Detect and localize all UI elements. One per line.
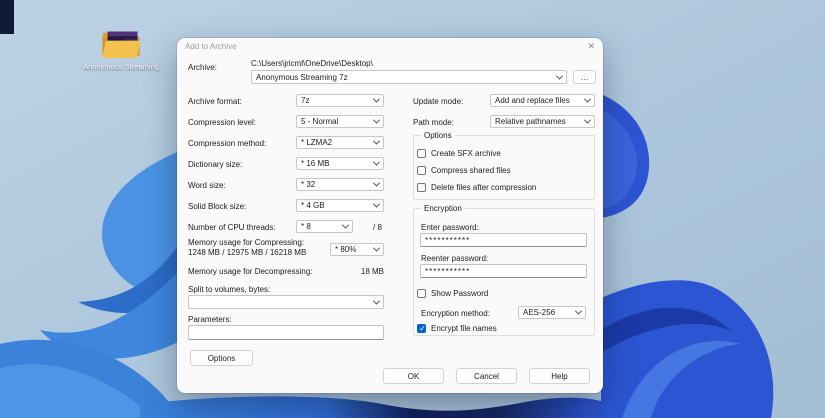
dialog-title: Add to Archive xyxy=(185,42,237,51)
add-to-archive-dialog: Add to Archive ✕ Archive: C:\Users\jricm… xyxy=(177,38,603,393)
solid-block-size-label: Solid Block size: xyxy=(188,202,246,211)
cpu-threads-combobox[interactable]: * 8 xyxy=(296,220,353,233)
close-icon[interactable]: ✕ xyxy=(587,41,595,51)
dictionary-size-value: * 16 MB xyxy=(301,159,329,168)
show-password-checkbox-row[interactable]: Show Password xyxy=(417,288,488,298)
path-mode-combobox[interactable]: Relative pathnames xyxy=(490,115,595,128)
compression-level-combobox[interactable]: 5 - Normal xyxy=(296,115,384,128)
chevron-down-icon xyxy=(556,72,563,79)
archive-path-text: C:\Users\jricml\OneDrive\Desktop\ xyxy=(251,59,373,68)
update-mode-label: Update mode: xyxy=(413,97,463,106)
compression-method-combobox[interactable]: * LZMA2 xyxy=(296,136,384,149)
reenter-password-label: Reenter password: xyxy=(421,254,488,263)
archive-name-combobox[interactable]: Anonymous Streaming 7z xyxy=(251,70,567,84)
cpu-threads-max: / 8 xyxy=(373,223,382,232)
show-password-label: Show Password xyxy=(431,289,488,298)
cancel-button[interactable]: Cancel xyxy=(456,368,517,384)
compress-shared-checkbox-row[interactable]: Compress shared files xyxy=(417,165,511,175)
desktop-icon-anonymous-streaming[interactable]: Anonymous Streaming xyxy=(83,28,159,71)
chevron-down-icon xyxy=(373,138,380,145)
checkbox-icon xyxy=(417,324,426,333)
update-mode-value: Add and replace files xyxy=(495,96,570,105)
wallpaper-dark-corner xyxy=(0,0,14,34)
desktop-icon-label: Anonymous Streaming xyxy=(83,62,159,71)
dictionary-size-combobox[interactable]: * 16 MB xyxy=(296,157,384,170)
reenter-password-field[interactable]: *********** xyxy=(420,264,587,278)
chevron-down-icon xyxy=(373,245,380,252)
memory-compressing-detail: 1248 MB / 12975 MB / 16218 MB xyxy=(188,248,306,257)
enter-password-label: Enter password: xyxy=(421,223,479,232)
cpu-threads-label: Number of CPU threads: xyxy=(188,223,276,232)
word-size-value: * 32 xyxy=(301,180,315,189)
dictionary-size-label: Dictionary size: xyxy=(188,160,242,169)
path-mode-value: Relative pathnames xyxy=(495,117,566,126)
chevron-down-icon xyxy=(373,201,380,208)
chevron-down-icon xyxy=(373,297,380,304)
encryption-method-label: Encryption method: xyxy=(421,309,490,318)
compression-level-value: 5 - Normal xyxy=(301,117,338,126)
encryption-group-title: Encryption xyxy=(421,204,465,213)
archive-format-value: 7z xyxy=(301,96,309,105)
chevron-down-icon xyxy=(584,117,591,124)
chevron-down-icon xyxy=(373,180,380,187)
help-button[interactable]: Help xyxy=(529,368,590,384)
compression-level-label: Compression level: xyxy=(188,118,256,127)
delete-after-label: Delete files after compression xyxy=(431,183,536,192)
checkbox-icon xyxy=(417,166,426,175)
update-mode-combobox[interactable]: Add and replace files xyxy=(490,94,595,107)
path-mode-label: Path mode: xyxy=(413,118,454,127)
encrypt-file-names-label: Encrypt file names xyxy=(431,324,497,333)
solid-block-size-value: * 4 GB xyxy=(301,201,325,210)
chevron-down-icon xyxy=(373,159,380,166)
solid-block-size-combobox[interactable]: * 4 GB xyxy=(296,199,384,212)
split-volumes-label: Split to volumes, bytes: xyxy=(188,285,270,294)
chevron-down-icon xyxy=(575,308,582,315)
options-button[interactable]: Options xyxy=(190,350,253,366)
delete-after-checkbox-row[interactable]: Delete files after compression xyxy=(417,182,536,192)
memory-decompressing-value: 18 MB xyxy=(327,267,384,276)
parameters-label: Parameters: xyxy=(188,315,232,324)
checkbox-icon xyxy=(417,289,426,298)
chevron-down-icon xyxy=(373,117,380,124)
encrypt-file-names-checkbox-row[interactable]: Encrypt file names xyxy=(417,323,497,333)
compression-method-value: * LZMA2 xyxy=(301,138,332,147)
browse-button[interactable]: … xyxy=(573,70,596,84)
cpu-threads-value: * 8 xyxy=(301,222,311,231)
chevron-down-icon xyxy=(584,96,591,103)
create-sfx-label: Create SFX archive xyxy=(431,149,501,158)
memory-compressing-label: Memory usage for Compressing: xyxy=(188,238,304,247)
folder-icon xyxy=(100,28,142,59)
archive-format-label: Archive format: xyxy=(188,97,242,106)
split-volumes-combobox[interactable] xyxy=(188,295,384,309)
word-size-label: Word size: xyxy=(188,181,226,190)
compress-shared-label: Compress shared files xyxy=(431,166,511,175)
archive-format-combobox[interactable]: 7z xyxy=(296,94,384,107)
compression-method-label: Compression method: xyxy=(188,139,266,148)
memory-compressing-value: * 80% xyxy=(335,245,356,254)
create-sfx-checkbox-row[interactable]: Create SFX archive xyxy=(417,148,501,158)
chevron-down-icon xyxy=(373,96,380,103)
word-size-combobox[interactable]: * 32 xyxy=(296,178,384,191)
parameters-field[interactable] xyxy=(188,325,384,340)
ok-button[interactable]: OK xyxy=(383,368,444,384)
memory-decompressing-label: Memory usage for Decompressing: xyxy=(188,267,313,276)
desktop: Anonymous Streaming Add to Archive ✕ Arc… xyxy=(0,0,825,418)
enter-password-field[interactable]: *********** xyxy=(420,233,587,247)
encryption-method-value: AES-256 xyxy=(523,308,555,317)
memory-compressing-combobox[interactable]: * 80% xyxy=(330,243,384,256)
chevron-down-icon xyxy=(342,222,349,229)
archive-label: Archive: xyxy=(188,63,217,72)
checkbox-icon xyxy=(417,183,426,192)
archive-name-value: Anonymous Streaming 7z xyxy=(256,73,348,82)
checkbox-icon xyxy=(417,149,426,158)
encryption-method-combobox[interactable]: AES-256 xyxy=(518,306,586,319)
options-group-title: Options xyxy=(421,131,455,140)
